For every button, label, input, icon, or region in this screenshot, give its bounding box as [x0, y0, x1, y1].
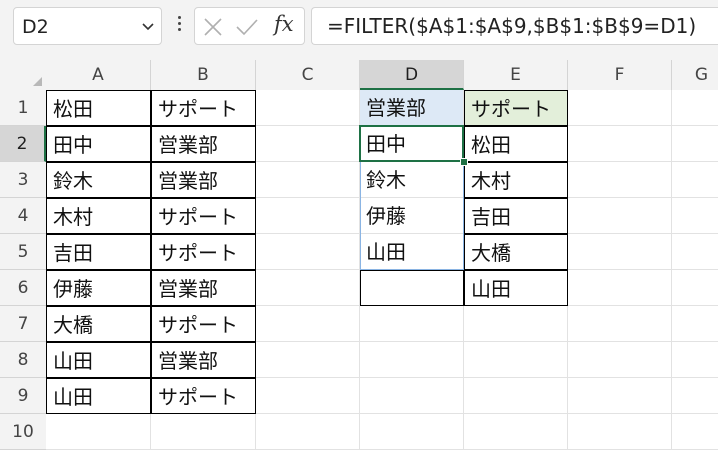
cell-d6[interactable]: [360, 270, 464, 306]
cell-e7[interactable]: [464, 306, 568, 342]
cell-c5[interactable]: [256, 234, 360, 270]
cell-e5[interactable]: 大橋: [464, 234, 568, 270]
cell-a8[interactable]: 山田: [46, 342, 151, 378]
cell-c7[interactable]: [256, 306, 360, 342]
name-box-value: D2: [22, 16, 49, 38]
cell-d9[interactable]: [360, 378, 464, 414]
cell-c4[interactable]: [256, 198, 360, 234]
cell-b5[interactable]: サポート: [151, 234, 256, 270]
cell-g8[interactable]: [672, 342, 718, 378]
row-header-7[interactable]: 7: [0, 306, 46, 342]
cell-e1[interactable]: サポート: [464, 90, 568, 126]
formula-text: =FILTER($A$1:$A$9,$B$1:$B$9=D1): [327, 14, 697, 38]
cell-d5[interactable]: 山田: [360, 234, 464, 270]
column-header-e[interactable]: E: [464, 60, 568, 90]
cell-c2[interactable]: [256, 126, 360, 162]
cell-e2[interactable]: 松田: [464, 126, 568, 162]
cell-a2[interactable]: 田中: [46, 126, 151, 162]
cell-a4[interactable]: 木村: [46, 198, 151, 234]
cell-f7[interactable]: [568, 306, 672, 342]
cell-d7[interactable]: [360, 306, 464, 342]
formula-actions: fx: [194, 7, 305, 45]
column-header-f[interactable]: F: [568, 60, 672, 90]
column-header-g[interactable]: G: [672, 60, 718, 90]
cell-d1[interactable]: 営業部: [360, 90, 464, 126]
insert-function-icon[interactable]: fx: [274, 12, 294, 36]
row-header-3[interactable]: 3: [0, 162, 46, 198]
chevron-down-icon[interactable]: [141, 20, 155, 34]
column-header-a[interactable]: A: [46, 60, 151, 90]
cell-e4[interactable]: 吉田: [464, 198, 568, 234]
cell-e3[interactable]: 木村: [464, 162, 568, 198]
cell-f6[interactable]: [568, 270, 672, 306]
cell-g3[interactable]: [672, 162, 718, 198]
cell-c8[interactable]: [256, 342, 360, 378]
cell-d8[interactable]: [360, 342, 464, 378]
name-box[interactable]: D2: [13, 7, 162, 45]
cell-f8[interactable]: [568, 342, 672, 378]
column-header-b[interactable]: B: [151, 60, 256, 90]
row-header-5[interactable]: 5: [0, 234, 46, 270]
cell-d2[interactable]: 田中: [360, 126, 464, 162]
row-header-8[interactable]: 8: [0, 342, 46, 378]
cell-f1[interactable]: [568, 90, 672, 126]
cell-c9[interactable]: [256, 378, 360, 414]
cell-f4[interactable]: [568, 198, 672, 234]
cell-g6[interactable]: [672, 270, 718, 306]
cell-d4[interactable]: 伊藤: [360, 198, 464, 234]
cell-b7[interactable]: サポート: [151, 306, 256, 342]
cell-a1[interactable]: 松田: [46, 90, 151, 126]
cell-b4[interactable]: サポート: [151, 198, 256, 234]
cell-c3[interactable]: [256, 162, 360, 198]
cell-f2[interactable]: [568, 126, 672, 162]
select-all-button[interactable]: [0, 60, 46, 90]
cell-a6[interactable]: 伊藤: [46, 270, 151, 306]
formula-input[interactable]: =FILTER($A$1:$A$9,$B$1:$B$9=D1): [311, 7, 718, 45]
cell-g2[interactable]: [672, 126, 718, 162]
cell-b2[interactable]: 営業部: [151, 126, 256, 162]
cell-a7[interactable]: 大橋: [46, 306, 151, 342]
cell-g1[interactable]: [672, 90, 718, 126]
cell-g5[interactable]: [672, 234, 718, 270]
check-icon[interactable]: [235, 17, 259, 37]
row-header-1[interactable]: 1: [0, 90, 46, 126]
fill-handle[interactable]: [460, 158, 468, 166]
cell-f9[interactable]: [568, 378, 672, 414]
cell-e8[interactable]: [464, 342, 568, 378]
cell-e9[interactable]: [464, 378, 568, 414]
cell-a3[interactable]: 鈴木: [46, 162, 151, 198]
cell-a5[interactable]: 吉田: [46, 234, 151, 270]
cell-b1[interactable]: サポート: [151, 90, 256, 126]
formula-bar-area: D2 fx =FILTER($A$1:$A$9,$B$1:$B$9=D1): [0, 0, 718, 60]
row-header-2[interactable]: 2: [0, 126, 46, 162]
cell-a9[interactable]: 山田: [46, 378, 151, 414]
cell-g7[interactable]: [672, 306, 718, 342]
cell-b6[interactable]: 営業部: [151, 270, 256, 306]
cell-b8[interactable]: 営業部: [151, 342, 256, 378]
cell-c6[interactable]: [256, 270, 360, 306]
cell-g9[interactable]: [672, 378, 718, 414]
row-header-9[interactable]: 9: [0, 378, 46, 414]
worksheet-grid: A B C D E F G 1 2 3 4 5 6 7 8 9 10 松田 田中 鈴木 木村 吉田 伊藤 大橋 山田 山田 サポート…: [0, 60, 718, 450]
cell-g4[interactable]: [672, 198, 718, 234]
cell-d3[interactable]: 鈴木: [360, 162, 464, 198]
cancel-icon[interactable]: [203, 17, 223, 37]
cell-f5[interactable]: [568, 234, 672, 270]
more-options-icon[interactable]: [176, 16, 182, 36]
column-header-d[interactable]: D: [360, 60, 464, 90]
cell-e6[interactable]: 山田: [464, 270, 568, 306]
cell-f3[interactable]: [568, 162, 672, 198]
cell-b9[interactable]: サポート: [151, 378, 256, 414]
row-header-4[interactable]: 4: [0, 198, 46, 234]
column-header-c[interactable]: C: [256, 60, 360, 90]
cell-c1[interactable]: [256, 90, 360, 126]
row-header-6[interactable]: 6: [0, 270, 46, 306]
cell-b3[interactable]: 営業部: [151, 162, 256, 198]
